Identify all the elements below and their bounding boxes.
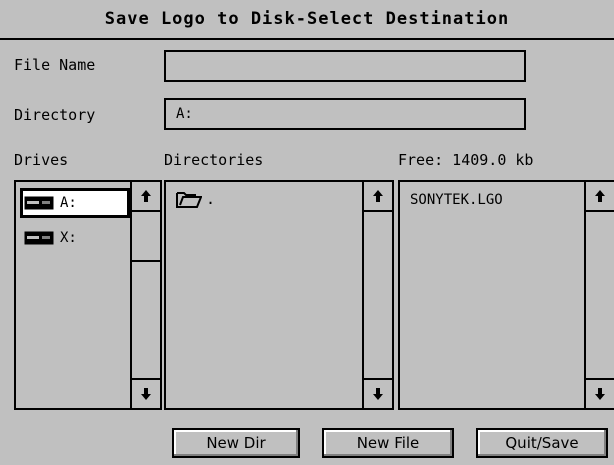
directory-label: Directory — [14, 106, 96, 124]
folder-open-icon — [176, 192, 202, 208]
drives-label: Drives — [14, 151, 69, 169]
arrow-up-icon — [595, 190, 605, 202]
directory-field[interactable]: A: — [164, 98, 526, 130]
file-name-field[interactable] — [164, 50, 526, 82]
scroll-down-button[interactable] — [132, 378, 160, 408]
drive-label: X: — [60, 230, 77, 246]
directory-item[interactable]: . — [176, 190, 215, 208]
scroll-up-button[interactable] — [132, 182, 160, 212]
drives-scrollbar[interactable] — [130, 182, 160, 408]
drives-list[interactable]: A: X: — [14, 180, 162, 410]
file-item[interactable]: SONYTEK.LGO — [410, 192, 503, 208]
drive-item-a[interactable]: A: — [24, 192, 77, 214]
drive-item-x[interactable]: X: — [24, 227, 77, 249]
directories-scrollbar[interactable] — [362, 182, 392, 408]
scroll-up-button[interactable] — [364, 182, 392, 212]
scroll-down-button[interactable] — [364, 378, 392, 408]
drive-label: A: — [60, 195, 77, 211]
arrow-down-icon — [141, 388, 151, 400]
drive-icon — [24, 231, 54, 245]
drive-icon — [24, 196, 54, 210]
arrow-up-icon — [141, 190, 151, 202]
free-space-label: Free: 1409.0 kb — [398, 151, 534, 169]
arrow-down-icon — [373, 388, 383, 400]
file-name-label: File Name — [14, 56, 96, 74]
directories-list[interactable]: . — [164, 180, 394, 410]
arrow-up-icon — [373, 190, 383, 202]
new-file-button[interactable]: New File — [322, 428, 454, 458]
arrow-down-icon — [595, 388, 605, 400]
dialog-title: Save Logo to Disk-Select Destination — [0, 0, 614, 40]
scroll-thumb[interactable] — [132, 212, 160, 262]
directory-item-label: . — [206, 190, 216, 208]
directories-label: Directories — [164, 151, 264, 169]
files-scrollbar[interactable] — [584, 182, 614, 408]
new-dir-button[interactable]: New Dir — [172, 428, 300, 458]
scroll-down-button[interactable] — [586, 378, 614, 408]
scroll-up-button[interactable] — [586, 182, 614, 212]
files-list[interactable]: SONYTEK.LGO — [398, 180, 614, 410]
quit-save-button[interactable]: Quit/Save — [476, 428, 608, 458]
